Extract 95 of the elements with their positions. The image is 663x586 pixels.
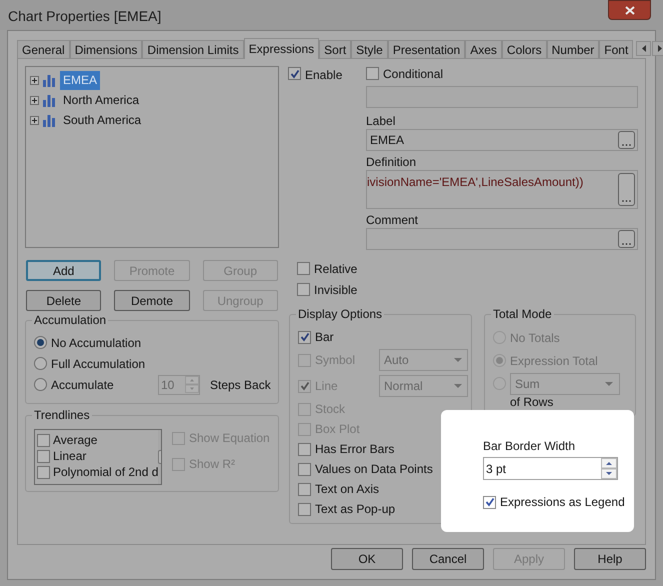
scroll-left-button[interactable] [636, 41, 652, 56]
radio-label: Expression Total [510, 352, 598, 370]
radio-label: Accumulate [51, 376, 115, 394]
tab[interactable]: Number [546, 40, 600, 59]
radio-button[interactable] [34, 378, 47, 391]
checkbox-label: Text on Axis [315, 481, 380, 498]
dropdown-value: Sum [515, 376, 540, 392]
checkbox[interactable] [297, 262, 310, 275]
scroll-right-button[interactable] [652, 41, 663, 56]
radio-button[interactable] [34, 357, 47, 370]
tab[interactable]: Presentation [388, 40, 466, 59]
expression-text: ivisionName='EMEA',LineSalesAmount)) [367, 174, 584, 191]
comment-field[interactable] [366, 228, 638, 250]
checkbox-label: Expressions as Legend [500, 494, 625, 511]
tab[interactable]: Axes [465, 40, 502, 59]
expand-icon[interactable] [30, 96, 39, 104]
of-rows-label: of Rows [509, 395, 554, 410]
tree-item[interactable]: EMEA [60, 70, 100, 90]
ellipsis-button[interactable] [618, 131, 635, 149]
list-item-label[interactable]: Polynomial of 2nd d [53, 463, 158, 481]
checkbox[interactable] [297, 283, 310, 296]
radio-label: Full Accumulation [51, 356, 146, 372]
steps-back-label: Steps Back [210, 376, 271, 394]
tree-item[interactable]: North America [60, 90, 142, 110]
field-label: Comment [366, 212, 420, 228]
field-label: Label [366, 113, 396, 129]
action-button[interactable]: Demote [114, 290, 190, 311]
radio-label: No Accumulation [51, 334, 142, 352]
tree-item[interactable]: South America [60, 110, 144, 130]
field-value: EMEA [370, 132, 404, 149]
checkbox-label: Relative [314, 260, 358, 278]
window-title: Chart Properties [EMEA] [8, 7, 162, 26]
list-item-label[interactable]: Linear [53, 447, 86, 465]
tab[interactable]: Dimension Limits [142, 40, 244, 59]
ellipsis-button[interactable] [618, 173, 635, 206]
action-button[interactable]: Add [26, 260, 102, 281]
left-arrow-icon [642, 45, 646, 52]
field-label: Definition [366, 154, 418, 170]
tab[interactable]: Font [599, 40, 634, 59]
tab[interactable]: Expressions [244, 38, 320, 59]
checkbox[interactable] [37, 434, 50, 446]
dialog-button[interactable]: Help [574, 548, 646, 570]
label-field[interactable]: EMEA [366, 129, 638, 151]
checkbox-label: Enable [305, 67, 342, 84]
condition-field[interactable] [366, 86, 638, 108]
expand-icon[interactable] [30, 76, 39, 84]
definition-field[interactable]: ivisionName='EMEA',LineSalesAmount)) [366, 170, 638, 209]
field-label: Bar Border Width [483, 438, 576, 454]
dropdown-value: Normal [384, 378, 423, 395]
checkbox[interactable] [298, 462, 311, 476]
checkbox-label: Invisible [314, 282, 358, 298]
spin-arrows-icon [601, 458, 617, 479]
bar-chart-icon [42, 74, 57, 86]
checkbox[interactable] [288, 67, 301, 80]
bar-border-width-field[interactable]: 3 pt [483, 457, 618, 480]
caret-icon [454, 358, 462, 362]
list-item-label[interactable]: Average [53, 431, 98, 449]
ellipsis-button[interactable] [618, 230, 635, 248]
tab[interactable]: General [17, 40, 70, 59]
spin-arrows-icon [185, 376, 199, 393]
checkbox[interactable] [366, 67, 379, 80]
action-button[interactable]: Delete [26, 290, 102, 311]
tab[interactable]: Style [351, 40, 388, 59]
radio-button[interactable] [34, 336, 47, 349]
dialog-button[interactable]: OK [331, 548, 403, 570]
checkbox-label: Bar [315, 329, 334, 346]
tab[interactable]: Sort [319, 40, 352, 59]
dialog-button[interactable]: Cancel [412, 548, 484, 570]
checkbox[interactable] [37, 466, 50, 478]
radio-button[interactable] [493, 354, 506, 367]
bar-chart-icon [42, 114, 57, 126]
steps-value: 10 [161, 376, 174, 394]
caret-icon [605, 382, 613, 386]
tab[interactable]: Colors [502, 40, 547, 59]
right-arrow-icon [658, 45, 662, 52]
checkbox-label: Values on Data Points [315, 461, 433, 478]
checkbox[interactable] [298, 442, 311, 456]
checkbox[interactable] [37, 450, 50, 462]
checkbox[interactable] [298, 502, 311, 516]
checkbox-label: Text as Pop-up [315, 501, 396, 518]
checkbox-label: Conditional [383, 66, 444, 82]
checkbox[interactable] [483, 496, 496, 508]
expand-icon[interactable] [30, 116, 39, 124]
checkbox[interactable] [298, 330, 311, 344]
close-button[interactable] [608, 0, 651, 20]
close-icon [624, 6, 634, 14]
tab[interactable]: Dimensions [70, 40, 142, 59]
caret-icon [454, 384, 462, 388]
bar-chart-icon [42, 94, 57, 106]
dropdown-value: Auto [384, 352, 409, 369]
checkbox[interactable] [298, 482, 311, 496]
group-title: Display Options [296, 306, 384, 322]
field-value: 3 pt [486, 460, 506, 478]
checkbox-label: Has Error Bars [315, 441, 394, 458]
radio-label: No Totals [510, 330, 560, 346]
